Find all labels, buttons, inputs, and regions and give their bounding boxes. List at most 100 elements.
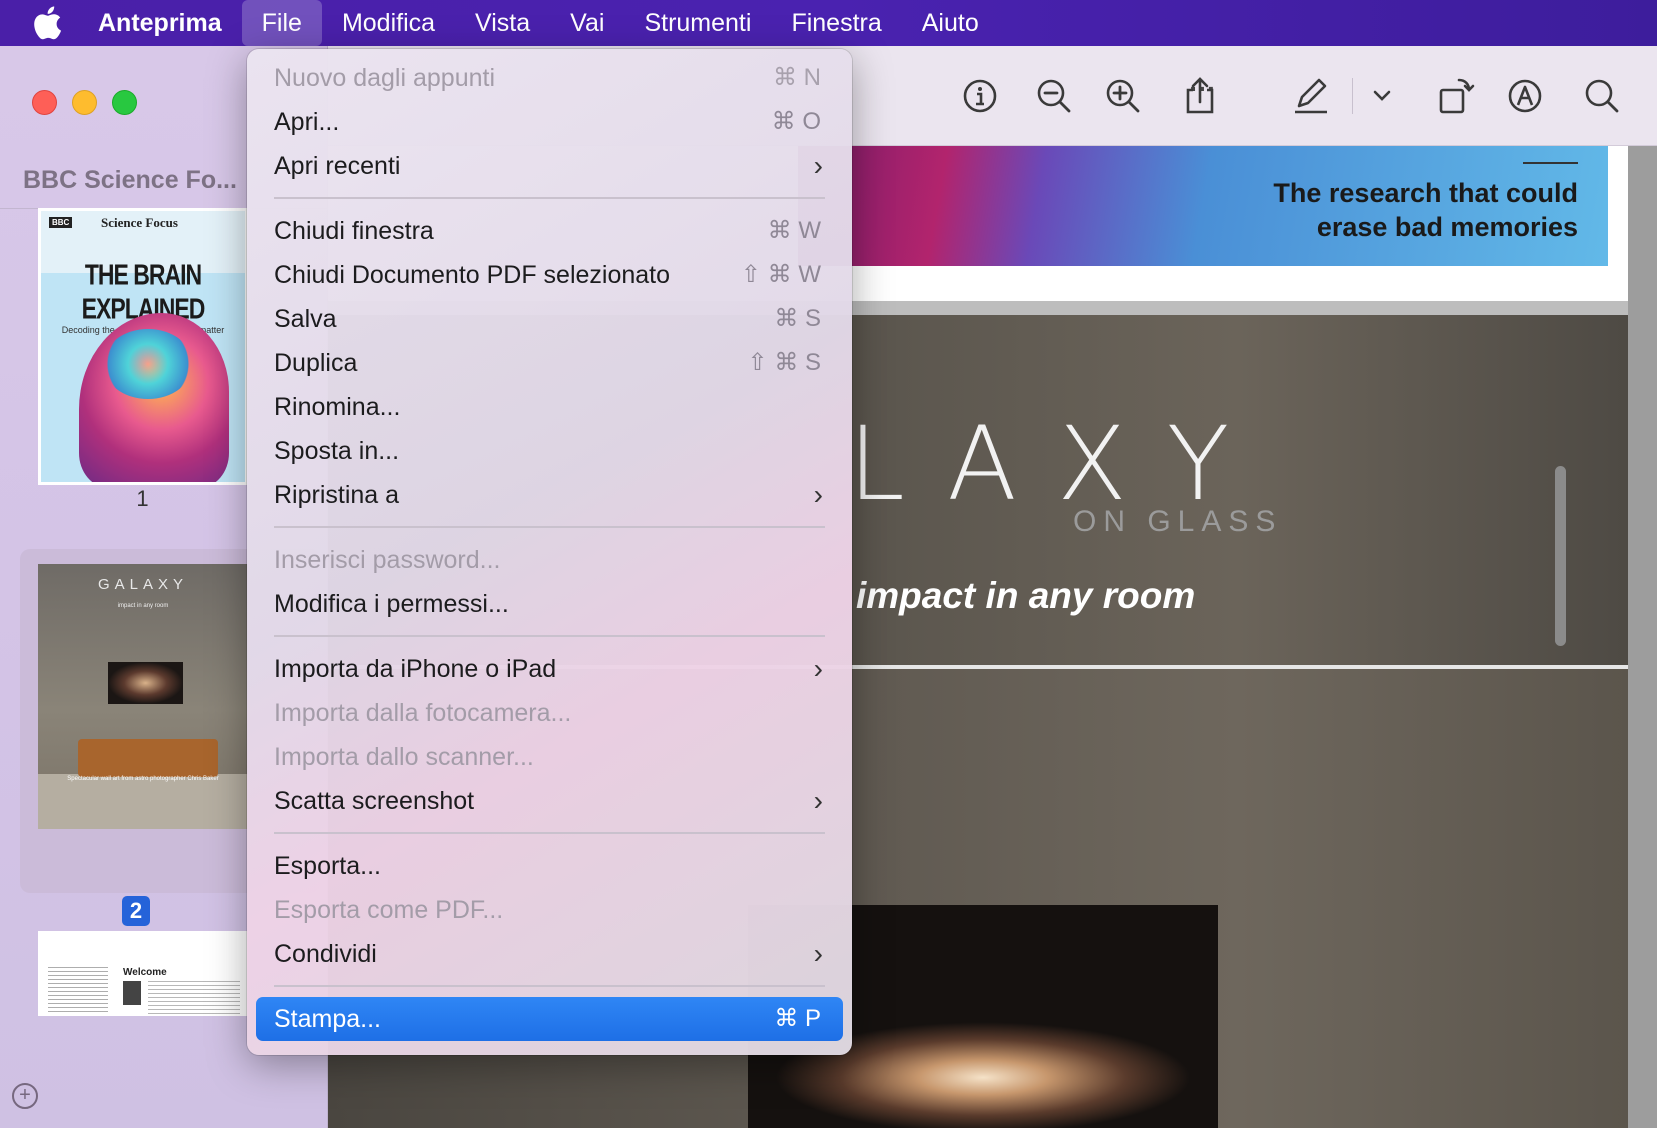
menu-bar: Anteprima File Modifica Vista Vai Strume… xyxy=(0,0,1657,46)
menu-file[interactable]: File xyxy=(241,0,322,46)
menu-item-importa-dalla-fotocamera: Importa dalla fotocamera... xyxy=(256,691,843,735)
menu-item-modifica-i-permessi[interactable]: Modifica i permessi... xyxy=(256,582,843,626)
menu-separator xyxy=(274,197,825,199)
keyboard-shortcut: ⌘ O xyxy=(771,108,821,135)
menu-item-label: Duplica xyxy=(274,349,358,377)
zoom-button[interactable] xyxy=(112,90,137,115)
menu-item-label: Nuovo dagli appunti xyxy=(274,64,495,92)
menu-strumenti[interactable]: Strumenti xyxy=(624,0,771,46)
menu-vai[interactable]: Vai xyxy=(550,0,624,46)
menu-item-scatta-screenshot[interactable]: Scatta screenshot › xyxy=(256,779,843,823)
menu-aiuto[interactable]: Aiuto xyxy=(902,0,999,46)
page-thumbnail-2[interactable]: GALAXY impact in any room Spectacular wa… xyxy=(38,564,248,829)
page-number-2-badge: 2 xyxy=(122,896,150,926)
menu-separator xyxy=(274,985,825,987)
menu-item-condividi[interactable]: Condividi › xyxy=(256,932,843,976)
menu-item-label: Inserisci password... xyxy=(274,546,501,574)
menu-item-label: Importa dalla fotocamera... xyxy=(274,699,572,727)
chevron-right-icon: › xyxy=(813,479,823,510)
menu-item-label: Condividi xyxy=(274,940,377,968)
chevron-right-icon: › xyxy=(813,653,823,684)
page-thumbnail-3[interactable]: Welcome xyxy=(38,931,248,1016)
menu-item-label: Ripristina a xyxy=(274,481,400,509)
page-number-1: 1 xyxy=(136,486,149,511)
share-icon[interactable] xyxy=(1180,76,1220,116)
menu-finestra[interactable]: Finestra xyxy=(771,0,901,46)
thumb-sofa xyxy=(78,739,218,777)
apple-icon[interactable] xyxy=(32,6,62,40)
brain-highlight xyxy=(103,329,193,399)
keyboard-shortcut: ⌘ P xyxy=(774,1005,821,1032)
search-icon[interactable] xyxy=(1582,76,1622,116)
menu-item-importa-da-iphone-o-ipad[interactable]: Importa da iPhone o iPad › xyxy=(256,647,843,691)
minimize-button[interactable] xyxy=(72,90,97,115)
zoom-in-icon[interactable] xyxy=(1103,76,1143,116)
bbc-logo: BBC xyxy=(49,217,73,228)
vertical-scrollbar[interactable] xyxy=(1555,466,1566,646)
menu-item-importa-dallo-scanner: Importa dallo scanner... xyxy=(256,735,843,779)
menu-item-label: Apri recenti xyxy=(274,152,401,180)
menu-item-esporta-come-pdf: Esporta come PDF... xyxy=(256,888,843,932)
menu-app-name[interactable]: Anteprima xyxy=(98,0,242,46)
impact-tagline: impact in any room xyxy=(856,575,1196,616)
close-button[interactable] xyxy=(32,90,57,115)
thumb-tagline: impact in any room xyxy=(117,603,169,609)
menu-separator xyxy=(274,526,825,528)
thumb-caption: Spectacular wall art from astro photogra… xyxy=(67,776,219,782)
menu-item-label: Salva xyxy=(274,305,337,333)
menu-item-esporta[interactable]: Esporta... xyxy=(256,844,843,888)
zoom-out-icon[interactable] xyxy=(1034,76,1074,116)
menu-item-label: Esporta come PDF... xyxy=(274,896,504,924)
menu-item-nuovo-dagli-appunti: Nuovo dagli appunti ⌘ N xyxy=(256,56,843,100)
thumb-wall-art xyxy=(108,662,183,704)
page-thumbnail-1[interactable]: BBC Science Focus THE BRAIN EXPLAINED De… xyxy=(38,208,248,485)
menu-item-label: Scatta screenshot xyxy=(274,787,475,815)
banner-text: The research that could erase bad memori… xyxy=(1273,176,1578,244)
keyboard-shortcut: ⌘ S xyxy=(774,305,821,332)
menu-item-label: Rinomina... xyxy=(274,393,401,421)
menu-item-label: Importa da iPhone o iPad xyxy=(274,655,557,683)
add-page-icon[interactable]: + xyxy=(12,1083,38,1109)
menu-modifica[interactable]: Modifica xyxy=(322,0,455,46)
on-glass-text: ON GLASS xyxy=(1073,505,1283,538)
keyboard-shortcut: ⇧ ⌘ W xyxy=(740,261,821,288)
banner-rule xyxy=(1523,162,1578,164)
chevron-down-icon[interactable] xyxy=(1362,76,1402,116)
menu-item-chiudi-finestra[interactable]: Chiudi finestra ⌘ W xyxy=(256,209,843,253)
thumb-welcome-heading: Welcome xyxy=(123,967,167,978)
keyboard-shortcut: ⌘ W xyxy=(767,217,821,244)
menu-item-apri[interactable]: Apri... ⌘ O xyxy=(256,100,843,144)
menu-item-label: Importa dallo scanner... xyxy=(274,743,534,771)
menu-item-stampa[interactable]: Stampa... ⌘ P xyxy=(256,997,843,1041)
chevron-right-icon: › xyxy=(813,785,823,816)
rotate-icon[interactable] xyxy=(1436,76,1476,116)
file-menu: Nuovo dagli appunti ⌘ N Apri... ⌘ O Apri rec… xyxy=(247,49,852,1055)
menu-item-chiudi-documento-pdf-selezionato[interactable]: Chiudi Documento PDF selezionato ⇧ ⌘ W xyxy=(256,253,843,297)
thumb-portrait xyxy=(123,981,141,1005)
thumb-text-body xyxy=(148,981,240,1016)
markup-pen-icon[interactable] xyxy=(1291,76,1331,116)
thumb-text-column xyxy=(48,967,108,1015)
thumb-floor xyxy=(38,774,248,829)
keyboard-shortcut: ⌘ N xyxy=(773,64,821,91)
menu-item-rinomina[interactable]: Rinomina... xyxy=(256,385,843,429)
menu-item-label: Apri... xyxy=(274,108,340,136)
menu-vista[interactable]: Vista xyxy=(455,0,550,46)
menu-item-sposta-in[interactable]: Sposta in... xyxy=(256,429,843,473)
menu-item-label: Modifica i permessi... xyxy=(274,590,509,618)
menu-item-label: Chiudi finestra xyxy=(274,217,434,245)
menu-item-duplica[interactable]: Duplica ⇧ ⌘ S xyxy=(256,341,843,385)
annotate-icon[interactable] xyxy=(1505,76,1545,116)
menu-item-apri-recenti[interactable]: Apri recenti › xyxy=(256,144,843,188)
thumb-galaxy-title: GALAXY xyxy=(97,576,189,593)
article-banner: The research that could erase bad memori… xyxy=(798,146,1608,266)
window-controls xyxy=(32,90,137,115)
banner-line-1: The research that could xyxy=(1273,178,1578,208)
chevron-right-icon: › xyxy=(813,150,823,181)
menu-item-ripristina-a[interactable]: Ripristina a › xyxy=(256,473,843,517)
menu-separator xyxy=(274,635,825,637)
menu-item-salva[interactable]: Salva ⌘ S xyxy=(256,297,843,341)
keyboard-shortcut: ⇧ ⌘ S xyxy=(747,349,821,376)
menu-item-inserisci-password: Inserisci password... xyxy=(256,538,843,582)
info-icon[interactable] xyxy=(960,76,1000,116)
